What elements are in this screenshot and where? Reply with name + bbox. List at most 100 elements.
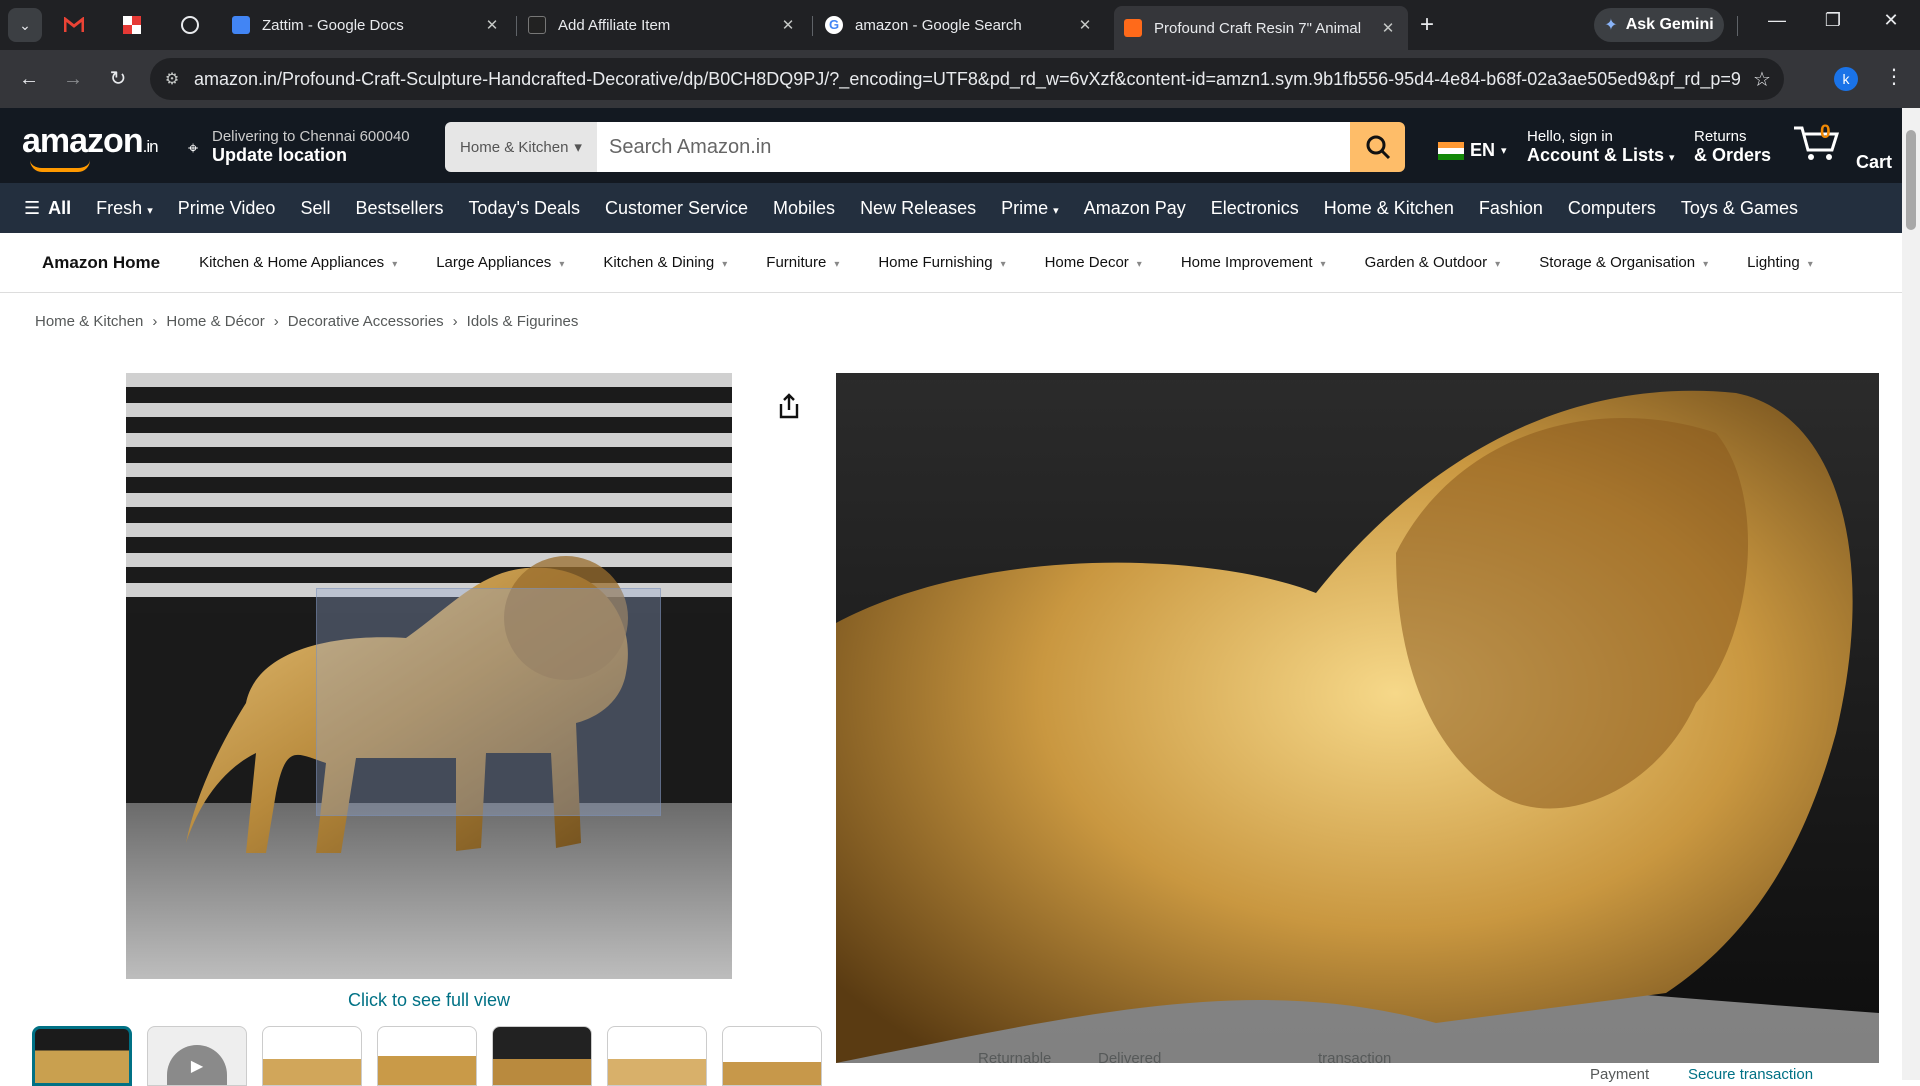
thumbnail-6[interactable] [607,1026,707,1086]
nav-electronics[interactable]: Electronics [1211,198,1299,219]
transaction-label: transaction [1318,1050,1392,1067]
breadcrumb-link[interactable]: Home & Kitchen [35,313,143,330]
page-scrollbar[interactable] [1902,108,1920,1080]
nav-toys-games[interactable]: Toys & Games [1681,198,1798,219]
breadcrumb-link[interactable]: Idols & Figurines [467,313,579,330]
nav-sell[interactable]: Sell [300,198,330,219]
browser-menu-icon[interactable]: ⋮ [1884,64,1904,89]
subnav-item[interactable]: Storage & Organisation ▾ [1539,254,1708,271]
india-flag-icon [1438,141,1464,160]
amazon-header: amazon.in ⌖ Delivering to Chennai 600040… [0,108,1902,183]
tab-google-docs[interactable]: Zattim - Google Docs ✕ [222,8,512,42]
amazon-icon [1124,19,1142,37]
thumbnail-4[interactable] [377,1026,477,1086]
search-icon [1366,135,1390,160]
cart-count: 0 [1820,122,1831,143]
bookmark-star-icon[interactable]: ☆ [1740,67,1784,92]
returnable-label: Returnable [978,1050,1052,1067]
gmail-pinned-tab[interactable] [62,13,86,37]
breadcrumb: Home & Kitchen › Home & Décor › Decorative… [35,313,579,330]
all-menu-button[interactable]: ☰ All [24,198,71,219]
nav-fresh[interactable]: Fresh ▾ [96,198,153,219]
product-main-image[interactable] [126,373,732,979]
subnav-item[interactable]: Home Improvement ▾ [1181,254,1326,271]
thumbnail-video[interactable]: ▶ [147,1026,247,1086]
delivered-label: Delivered [1098,1050,1162,1067]
thumbnail-1[interactable] [32,1026,132,1086]
thumbnail-7[interactable] [722,1026,822,1086]
play-icon: ▶ [167,1045,227,1085]
tab-add-affiliate[interactable]: Add Affiliate Item ✕ [518,8,808,42]
close-icon[interactable]: ✕ [482,16,502,34]
nav-computers[interactable]: Computers [1568,198,1656,219]
back-button[interactable]: ← [14,64,44,94]
account-lists-menu[interactable]: Hello, sign in Account & Lists ▾ [1527,128,1675,166]
tab-google-search[interactable]: G amazon - Google Search ✕ [815,8,1105,42]
site-info-icon[interactable]: ⚙ [150,69,194,89]
close-icon[interactable]: ✕ [778,16,798,34]
cart-icon [1794,126,1840,160]
subnav-item[interactable]: Kitchen & Dining ▾ [603,254,727,271]
location-pin-icon: ⌖ [188,138,199,158]
search-button[interactable] [1350,122,1405,172]
amazon-logo[interactable]: amazon.in [22,122,159,161]
close-icon[interactable]: ✕ [1378,19,1398,37]
search-input[interactable]: Search Amazon.in [597,122,1350,172]
nav-home-kitchen[interactable]: Home & Kitchen [1324,198,1454,219]
pinned-tab-2[interactable] [120,13,144,37]
address-bar[interactable]: ⚙ amazon.in/Profound-Craft-Sculpture-Han… [150,58,1784,100]
scrollbar-thumb[interactable] [1906,130,1916,230]
thumbnail-strip: ▶ [32,1026,822,1086]
nav-fashion[interactable]: Fashion [1479,198,1543,219]
subnav-item[interactable]: Kitchen & Home Appliances ▾ [199,254,397,271]
nav-prime-video[interactable]: Prime Video [178,198,276,219]
caret-down-icon: ▾ [574,139,582,156]
thumbnail-3[interactable] [262,1026,362,1086]
ask-gemini-button[interactable]: ✦ Ask Gemini [1594,8,1724,42]
restore-button[interactable]: ❐ [1818,10,1848,31]
secure-transaction-link[interactable]: Secure transaction [1688,1066,1813,1083]
subnav-item[interactable]: Large Appliances ▾ [436,254,564,271]
nav-new-releases[interactable]: New Releases [860,198,976,219]
subnav-item[interactable]: Home Furnishing ▾ [878,254,1005,271]
nav-todays-deals[interactable]: Today's Deals [468,198,580,219]
amazon-smile [30,160,90,172]
subnav-item[interactable]: Home Decor ▾ [1045,254,1142,271]
delivery-location[interactable]: Delivering to Chennai 600040 Update loca… [212,128,410,166]
amazon-home-link[interactable]: Amazon Home [42,253,160,273]
zoom-lens [316,588,661,816]
language-selector[interactable]: EN ▾ [1438,140,1507,161]
nav-bestsellers[interactable]: Bestsellers [355,198,443,219]
search-category-select[interactable]: Home & Kitchen ▾ [445,122,597,172]
breadcrumb-link[interactable]: Home & Décor [166,313,264,330]
gemini-sparkle-icon: ✦ [1604,17,1618,34]
subnav-item[interactable]: Lighting ▾ [1747,254,1813,271]
payment-label: Payment [1590,1066,1650,1083]
new-tab-button[interactable]: + [1420,11,1434,39]
cart-button[interactable]: 0 Cart [1792,122,1892,172]
thumbnail-5[interactable] [492,1026,592,1086]
close-window-button[interactable]: ✕ [1876,10,1906,31]
minimize-button[interactable]: — [1762,10,1792,31]
full-view-link[interactable]: Click to see full view [348,990,510,1011]
subnav-item[interactable]: Furniture ▾ [766,254,839,271]
nav-mobiles[interactable]: Mobiles [773,198,835,219]
share-icon[interactable] [776,392,802,420]
nav-amazon-pay[interactable]: Amazon Pay [1084,198,1186,219]
subnav-item[interactable]: Garden & Outdoor ▾ [1365,254,1501,271]
nav-customer-service[interactable]: Customer Service [605,198,748,219]
tab-search-button[interactable]: ⌄ [8,8,42,42]
lion-zoom-image [836,373,1879,1063]
pinned-tab-3[interactable] [178,13,202,37]
profile-avatar[interactable]: k [1834,67,1858,91]
tab-amazon-product[interactable]: Profound Craft Resin 7" Animal ✕ [1114,6,1408,50]
close-icon[interactable]: ✕ [1075,16,1095,34]
reload-button[interactable]: ↻ [103,64,133,94]
breadcrumb-link[interactable]: Decorative Accessories [288,313,444,330]
nav-prime[interactable]: Prime ▾ [1001,198,1059,219]
hamburger-icon: ☰ [24,197,41,218]
forward-button[interactable]: → [58,64,88,94]
returns-orders-link[interactable]: Returns & Orders [1694,128,1771,166]
amazon-nav: ☰ All Fresh ▾ Prime Video Sell Bestseller… [0,183,1902,233]
zoomed-product-image [836,373,1879,1063]
